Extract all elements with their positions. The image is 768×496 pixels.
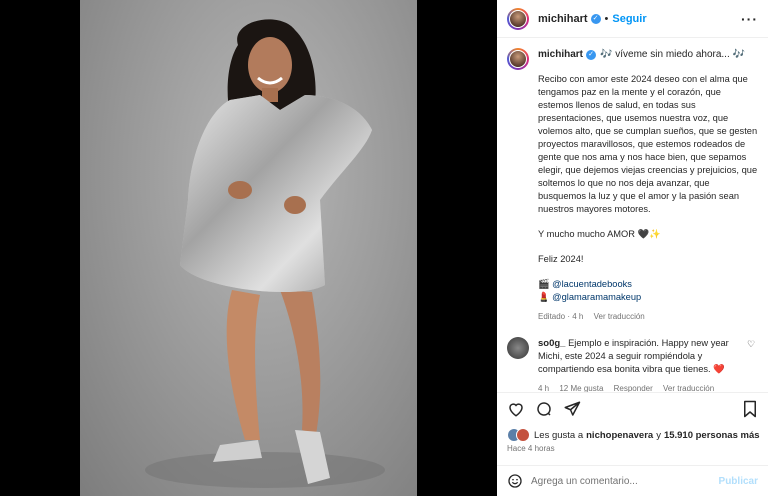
- comment-item: so0g_ Ejemplo e inspiración. Happy new y…: [507, 337, 758, 392]
- liker-username[interactable]: nichopenavera: [586, 430, 653, 441]
- mention-link[interactable]: @lacuentadebooks: [552, 279, 632, 289]
- edited-label: Editado · 4 h: [538, 312, 584, 321]
- caption-paragraph: Feliz 2024!: [538, 254, 584, 264]
- commenter-avatar[interactable]: [507, 337, 529, 359]
- woman-in-silver-blazer-image: [145, 19, 385, 488]
- post-comment-button[interactable]: Publicar: [719, 476, 758, 487]
- post-timestamp: Hace 4 horas: [507, 444, 555, 453]
- caption-title: 🎶 víveme sin miedo ahora... 🎶: [600, 49, 745, 60]
- caption-paragraph: Recibo con amor este 2024 deseo con el a…: [538, 74, 758, 214]
- verified-badge-icon: ✓: [586, 49, 597, 60]
- caption-username[interactable]: michihart: [538, 48, 583, 61]
- mention-link[interactable]: @glamaramamakeup: [552, 292, 641, 302]
- commenter-username[interactable]: so0g_: [538, 338, 565, 349]
- caption-meta: Editado · 4 h Ver traducción: [538, 310, 758, 323]
- comment-likes[interactable]: 12 Me gusta: [559, 384, 603, 392]
- verified-badge-icon: ✓: [590, 13, 601, 24]
- like-heart-icon[interactable]: [507, 400, 525, 418]
- author-username[interactable]: michihart: [538, 13, 588, 25]
- more-options-icon[interactable]: ···: [741, 11, 758, 27]
- likes-count[interactable]: 15.910 personas más: [664, 430, 760, 441]
- credit-line: 💄 @glamaramamakeup: [538, 291, 758, 304]
- post-header: michihart ✓ • Seguir ···: [497, 0, 768, 38]
- reply-button[interactable]: Responder: [614, 384, 653, 392]
- separator-dot: •: [604, 12, 609, 25]
- translate-button[interactable]: Ver traducción: [594, 312, 645, 321]
- credit-line: 🎬 @lacuentadebooks: [538, 278, 758, 291]
- comment-text: Ejemplo e inspiración. Happy new year Mi…: [538, 338, 729, 374]
- caption-avatar[interactable]: [507, 48, 529, 70]
- likes-summary: Les gusta a nichopenavera y 15.910 perso…: [507, 428, 760, 442]
- lipstick-emoji: 💄: [538, 292, 550, 302]
- add-comment-bar: Agrega un comentario... Publicar: [497, 465, 768, 496]
- post-photo[interactable]: [80, 0, 417, 496]
- save-bookmark-icon[interactable]: [742, 400, 758, 418]
- follow-button[interactable]: Seguir: [612, 13, 646, 25]
- share-paper-plane-icon[interactable]: [563, 400, 581, 418]
- comments-scroll-area[interactable]: michihart ✓ 🎶 víveme sin miedo ahora... …: [497, 38, 768, 392]
- translate-button[interactable]: Ver traducción: [663, 384, 714, 392]
- comment-time: 4 h: [538, 384, 550, 392]
- like-comment-heart-icon[interactable]: ♡: [747, 339, 755, 392]
- emoji-smiley-icon[interactable]: [507, 473, 523, 489]
- author-avatar[interactable]: [507, 7, 529, 30]
- likes-prefix: Les gusta a: [534, 429, 584, 441]
- comment-meta: 4 h 12 Me gusta Responder Ver traducción: [538, 382, 743, 392]
- comment-bubble-icon[interactable]: [535, 400, 553, 418]
- caption: michihart ✓ 🎶 víveme sin miedo ahora... …: [507, 48, 758, 323]
- comment-input[interactable]: Agrega un comentario...: [531, 476, 638, 487]
- action-bar: [497, 392, 768, 424]
- likes-middle: y: [656, 429, 661, 441]
- caption-paragraph: Y mucho mucho AMOR 🖤✨: [538, 229, 661, 239]
- clapper-emoji: 🎬: [538, 279, 550, 289]
- liker-avatar: [516, 428, 530, 442]
- post-side-panel: michihart ✓ • Seguir ··· michihart ✓ 🎶 v…: [497, 0, 768, 496]
